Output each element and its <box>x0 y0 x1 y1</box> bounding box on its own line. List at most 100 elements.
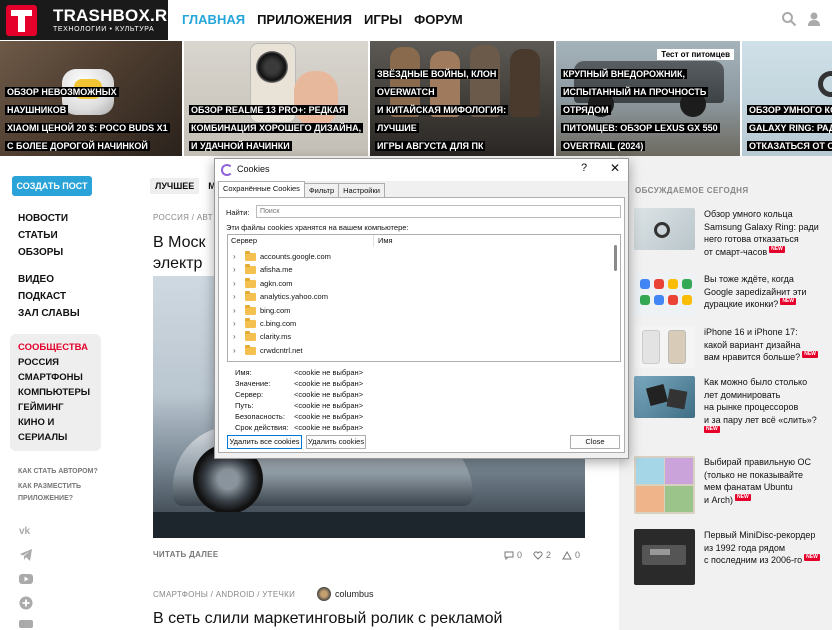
column-header-server[interactable]: Сервер <box>231 236 257 245</box>
new-badge: NEW <box>769 245 785 253</box>
author-name: columbus <box>335 589 374 599</box>
folder-icon <box>245 318 256 328</box>
folder-icon <box>245 331 256 342</box>
list-item[interactable]: › bing.com <box>228 304 608 318</box>
chevron-right-icon[interactable]: › <box>233 319 236 328</box>
search-icon[interactable] <box>781 11 797 27</box>
article2-title[interactable]: В сеть слили маркетинговый ролик с рекла… <box>153 608 613 629</box>
heart-icon[interactable] <box>533 551 543 560</box>
sidebar-item-articles[interactable]: СТАТЬИ <box>18 227 68 244</box>
chevron-right-icon[interactable]: › <box>233 332 236 341</box>
community-movies[interactable]: КИНО И <box>18 415 90 430</box>
article2-breadcrumb[interactable]: СМАРТФОНЫ / ANDROID / УТЕЧКИ <box>153 590 295 599</box>
list-scrollbar[interactable] <box>614 245 617 271</box>
tab-best[interactable]: ЛУЧШЕЕ <box>150 178 200 194</box>
sidebar-item-reviews[interactable]: ОБЗОРЫ <box>18 244 68 261</box>
user-icon[interactable] <box>806 11 822 27</box>
hero-card-games[interactable]: ЗВЁЗДНЫЕ ВОЙНЫ, КЛОН OVERWATCH И КИТАЙСК… <box>370 41 554 156</box>
hero-card-realme[interactable]: ОБЗОР REALME 13 PRO+: РЕДКАЯ КОМБИНАЦИЯ … <box>184 41 368 156</box>
column-divider[interactable] <box>373 235 374 247</box>
create-post-button[interactable]: СОЗДАТЬ ПОСТ <box>12 176 92 196</box>
how-to-place-app-link[interactable]: КАК РАЗМЕСТИТЬ ПРИЛОЖЕНИЕ? <box>18 481 81 505</box>
telegram-icon[interactable] <box>19 548 33 562</box>
chevron-right-icon[interactable]: › <box>233 292 236 301</box>
community-series[interactable]: СЕРИАЛЫ <box>18 430 90 445</box>
list-item[interactable]: › accounts.google.com <box>228 251 608 264</box>
vk-icon[interactable]: vk <box>19 523 33 537</box>
news-item[interactable]: Обзор умного кольца Samsung Galaxy Ring: … <box>634 208 830 268</box>
hero-card-lexus[interactable]: Тест от питомцев КРУПНЫЙ ВНЕДОРОЖНИК, ИС… <box>556 41 740 156</box>
new-badge: NEW <box>735 493 751 501</box>
sidebar-group-communities: СООБЩЕСТВА РОССИЯ СМАРТФОНЫ КОМПЬЮТЕРЫ Г… <box>18 340 90 445</box>
dialog-titlebar[interactable]: Cookies ? ✕ <box>215 159 628 181</box>
site-logo[interactable]: TRASHBOX.RU ТЕХНОЛОГИИ • КУЛЬТУРА <box>0 0 180 40</box>
list-item[interactable]: › agkn.com <box>228 277 608 291</box>
list-item[interactable]: › crwdcntrl.net <box>228 344 608 358</box>
community-smartphones[interactable]: СМАРТФОНЫ <box>18 370 90 385</box>
phone-camera-image <box>256 51 288 83</box>
chevron-right-icon[interactable]: › <box>233 265 236 274</box>
nav-games[interactable]: ИГРЫ <box>364 12 402 27</box>
article-breadcrumb[interactable]: РОССИЯ / АВТ <box>153 213 213 222</box>
dialog-title: Cookies <box>237 164 270 174</box>
community-russia[interactable]: РОССИЯ <box>18 355 90 370</box>
news-item[interactable]: Первый MiniDisc-рекордер из 1992 года ряд… <box>634 529 830 589</box>
help-button[interactable]: ? <box>581 162 587 174</box>
news-title: Выбирай правильную ОС (только не показыва… <box>704 457 812 505</box>
news-title: Первый MiniDisc-рекордер из 1992 года ряд… <box>704 530 820 565</box>
news-thumb <box>634 326 695 368</box>
sidebar-item-video[interactable]: ВИДЕО <box>18 271 80 288</box>
chevron-right-icon[interactable]: › <box>233 346 236 355</box>
stored-cookies-label: Эти файлы cookies хранятся на вашем комп… <box>226 223 409 232</box>
article2-author[interactable]: columbus <box>317 587 374 601</box>
cookies-list[interactable]: ^ Сервер Имя › accounts.google.com › afish… <box>227 234 621 362</box>
sidebar-item-podcast[interactable]: ПОДКАСТ <box>18 288 80 305</box>
sidebar-item-news[interactable]: НОВОСТИ <box>18 210 68 227</box>
detail-expires: Срок действия: <cookie не выбран> <box>235 423 364 432</box>
how-to-become-author-link[interactable]: КАК СТАТЬ АВТОРОМ? <box>18 466 98 478</box>
chevron-right-icon[interactable]: › <box>233 279 236 288</box>
tab-filter[interactable]: Фильтр <box>303 183 340 197</box>
delete-all-cookies-button[interactable]: Удалить все cookies <box>227 435 302 449</box>
community-computers[interactable]: КОМПЬЮТЕРЫ <box>18 385 90 400</box>
delete-cookies-button[interactable]: Удалить cookies <box>306 435 366 449</box>
news-item[interactable]: Вы тоже ждёте, когда Google зарedizайнит … <box>634 273 830 333</box>
logo-mark-icon <box>6 5 37 36</box>
comment-icon[interactable] <box>504 551 514 560</box>
hero-card-poco[interactable]: ОБЗОР НЕВОЗМОЖНЫХ НАУШНИКОВ XIAOMI ЦЕНОЙ… <box>0 41 182 156</box>
article-meta: ЧИТАТЬ ДАЛЕЕ 0 2 0 <box>153 550 585 562</box>
communities-title[interactable]: СООБЩЕСТВА <box>18 340 90 355</box>
dislike-icon[interactable] <box>562 551 572 560</box>
tab-settings[interactable]: Настройки <box>338 183 385 197</box>
nav-forum[interactable]: ФОРУМ <box>414 12 463 27</box>
plus-icon[interactable] <box>19 596 33 610</box>
folder-icon <box>245 264 256 275</box>
dialog-close-button[interactable]: ✕ <box>610 161 620 175</box>
rss-icon[interactable] <box>19 620 33 628</box>
list-item[interactable]: › afisha.me <box>228 264 608 277</box>
news-item[interactable]: Выбирай правильную ОС (только не показыва… <box>634 456 830 516</box>
avatar <box>317 587 331 601</box>
list-item[interactable]: › analytics.yahoo.com <box>228 291 608 304</box>
dislike-count: 0 <box>575 550 581 560</box>
news-item[interactable]: Как можно было столько лет доминировать на… <box>634 376 830 436</box>
column-header-name[interactable]: Имя <box>378 236 393 245</box>
youtube-icon[interactable] <box>19 572 33 586</box>
detail-name: Имя: <cookie не выбран> <box>235 368 364 377</box>
community-gaming[interactable]: ГЕЙМИНГ <box>18 400 90 415</box>
list-item[interactable]: › c.bing.com <box>228 318 608 331</box>
news-thumb <box>634 529 695 585</box>
tab-saved-cookies[interactable]: Сохранённые Cookies <box>218 181 305 197</box>
nav-home[interactable]: ГЛАВНАЯ <box>182 12 245 27</box>
read-more-link[interactable]: ЧИТАТЬ ДАЛЕЕ <box>153 550 218 559</box>
search-input[interactable] <box>256 205 621 218</box>
chevron-right-icon[interactable]: › <box>233 306 236 315</box>
sidebar-item-hall-of-fame[interactable]: ЗАЛ СЛАВЫ <box>18 305 80 322</box>
list-item[interactable]: › clarity.ms <box>228 331 608 344</box>
saved-cookies-panel: Найти: Эти файлы cookies хранятся на ваш… <box>218 197 625 453</box>
chevron-right-icon[interactable]: › <box>233 252 236 261</box>
close-button[interactable]: Close <box>570 435 620 449</box>
nav-apps[interactable]: ПРИЛОЖЕНИЯ <box>257 12 352 27</box>
hero-row: ОБЗОР НЕВОЗМОЖНЫХ НАУШНИКОВ XIAOMI ЦЕНОЙ… <box>0 41 832 156</box>
hero-card-galaxy-ring[interactable]: ОБЗОР УМНОГО КОЛ GALAXY RING: РАДИ ОТКАЗ… <box>742 41 832 156</box>
